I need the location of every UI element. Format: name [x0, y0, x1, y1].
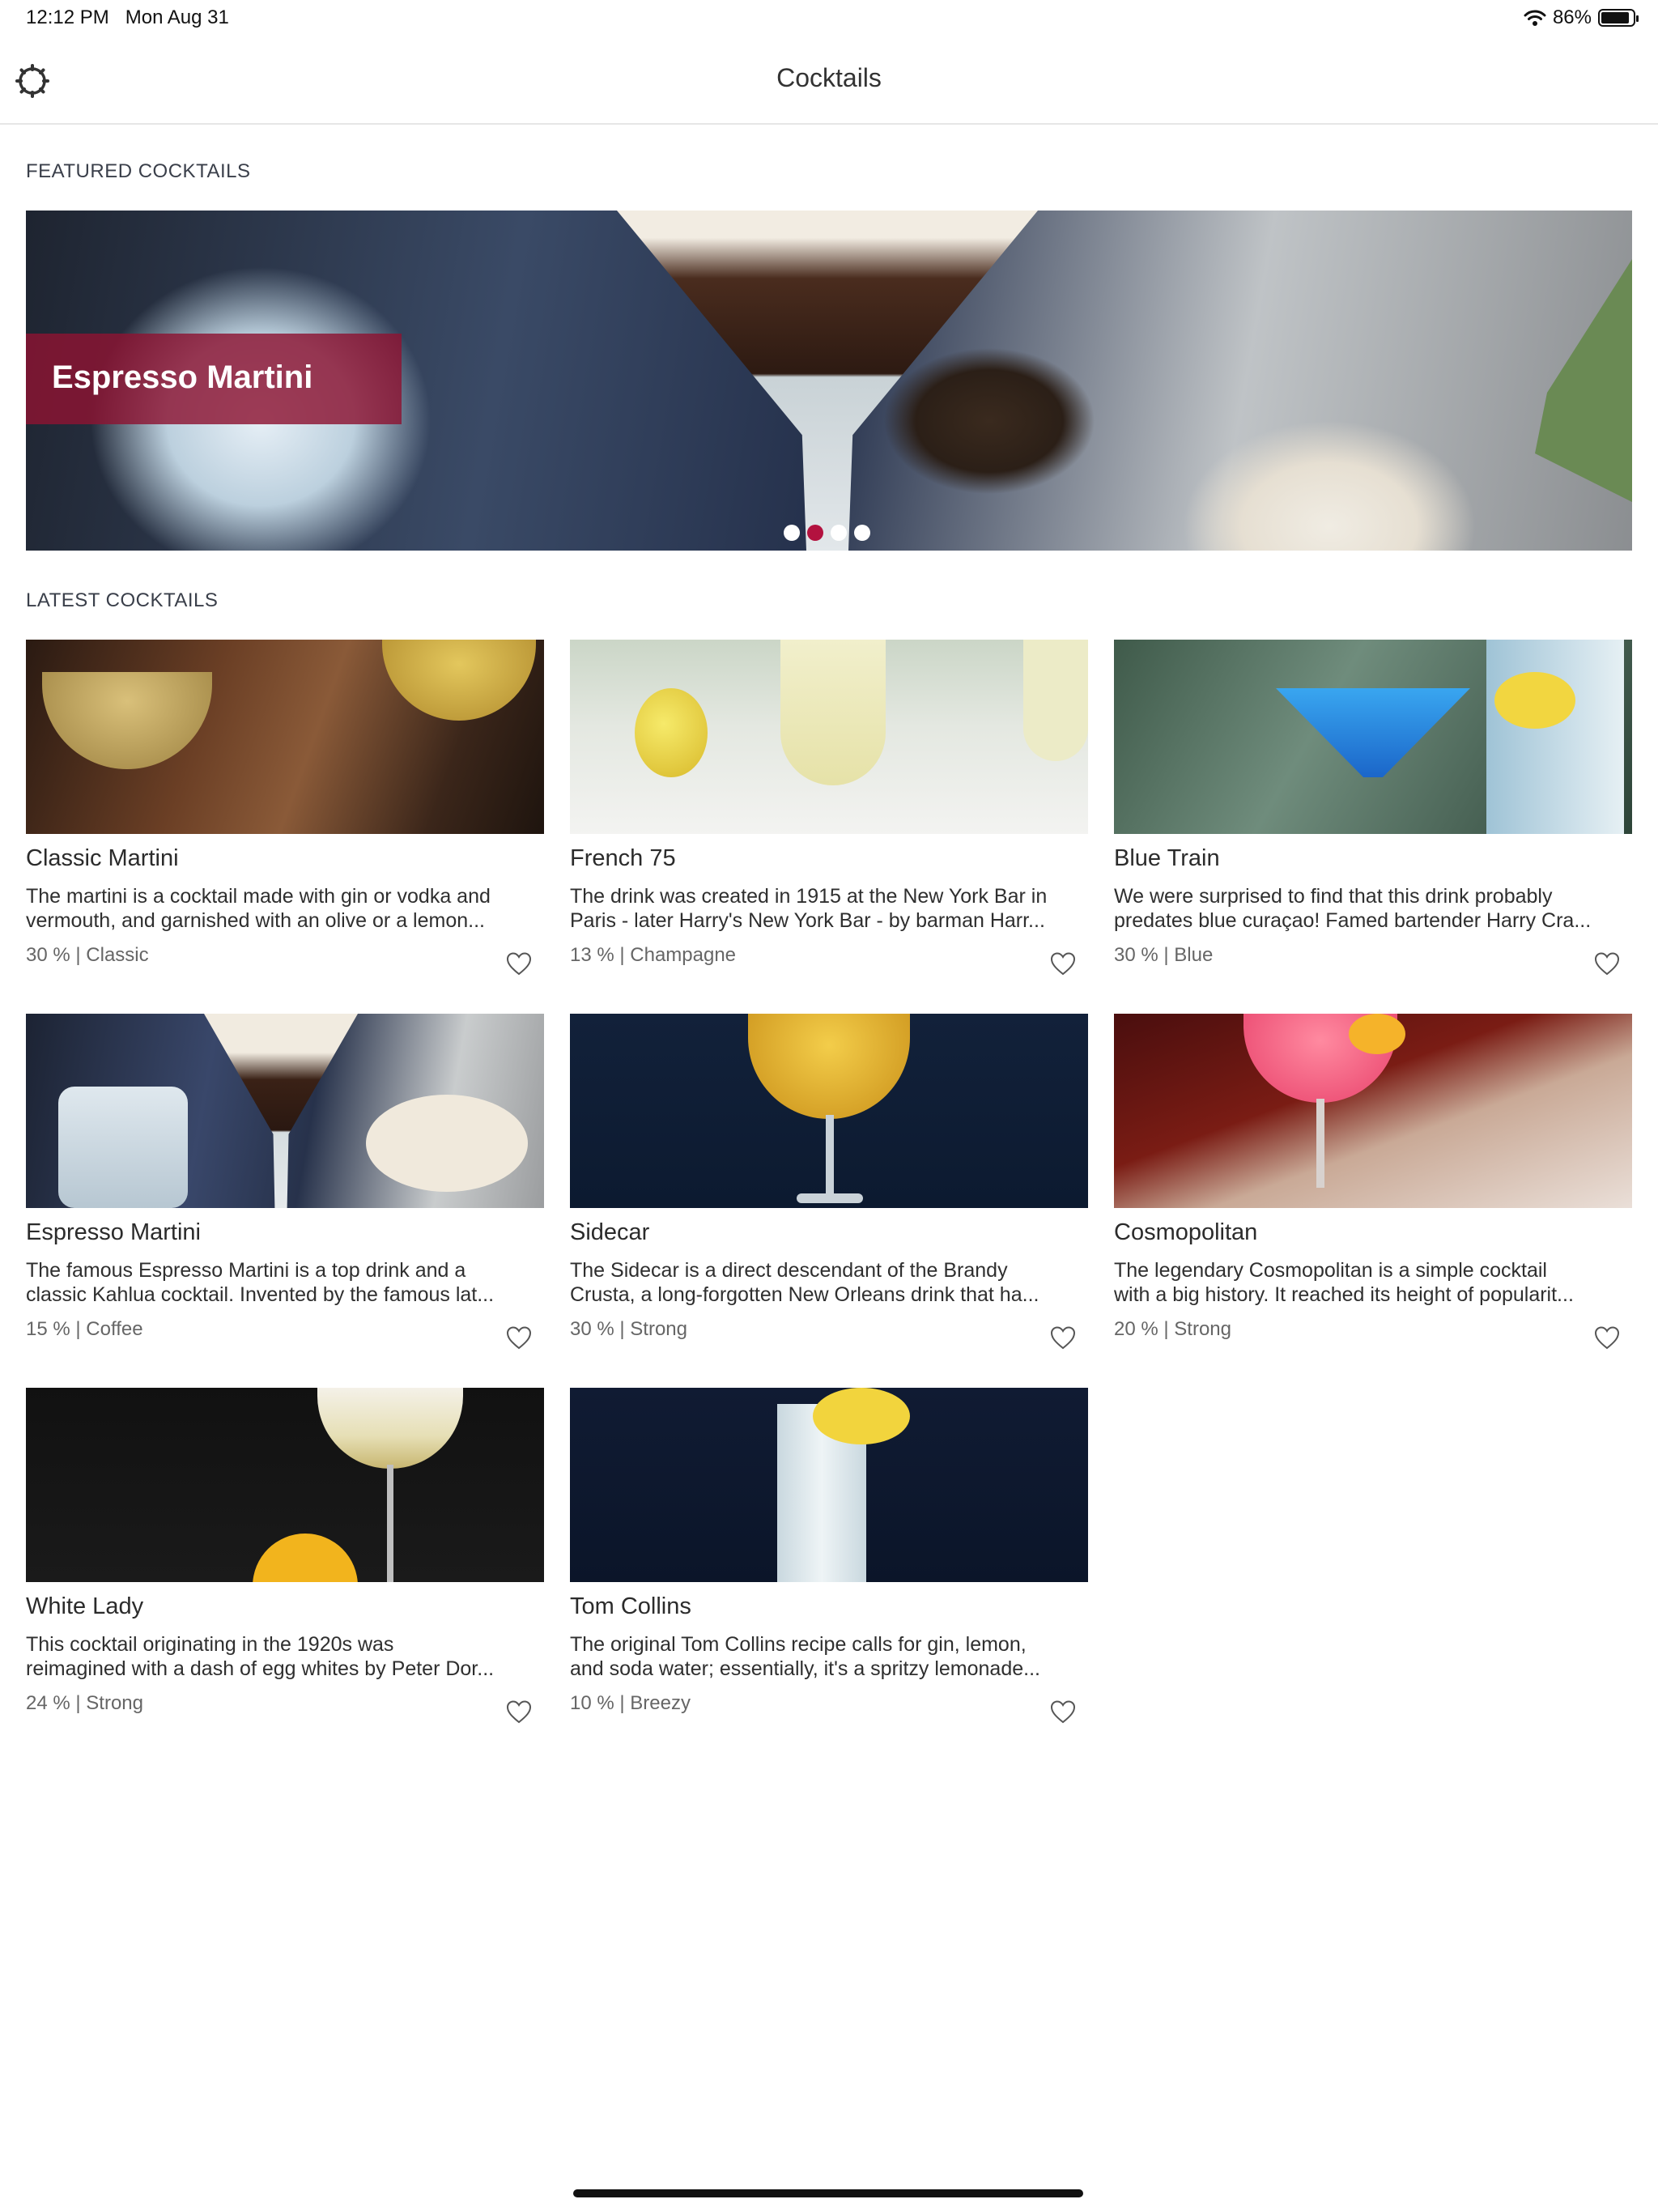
- featured-heading: FEATURED COCKTAILS: [26, 160, 251, 182]
- cocktail-meta: 30 % | Blue: [1114, 944, 1214, 966]
- cocktail-card[interactable]: Tom Collins The original Tom Collins rec…: [570, 1388, 1088, 1760]
- heart-icon[interactable]: [505, 951, 533, 976]
- featured-carousel[interactable]: Espresso Martini: [26, 211, 1632, 551]
- cocktail-card[interactable]: White Lady This cocktail originating in …: [26, 1388, 544, 1760]
- cocktail-name: Tom Collins: [570, 1593, 691, 1619]
- cocktail-image: [26, 1014, 544, 1208]
- featured-title-banner: Espresso Martini: [26, 334, 402, 424]
- cocktail-meta: 30 % | Strong: [570, 1318, 687, 1340]
- featured-title: Espresso Martini: [52, 359, 313, 395]
- description-line: The original Tom Collins recipe calls fo…: [570, 1633, 1027, 1656]
- description-line: We were surprised to find that this drin…: [1114, 885, 1553, 908]
- cocktail-card[interactable]: Espresso Martini The famous Espresso Mar…: [26, 1014, 544, 1386]
- cocktail-name: Espresso Martini: [26, 1219, 201, 1245]
- cocktail-meta: 24 % | Strong: [26, 1692, 143, 1714]
- description-line: The Sidecar is a direct descendant of th…: [570, 1259, 1008, 1282]
- cocktail-meta: 10 % | Breezy: [570, 1692, 691, 1714]
- battery-percent: 86%: [1552, 6, 1592, 28]
- description-line: reimagined with a dash of egg whites by …: [26, 1657, 495, 1680]
- page-dot[interactable]: [831, 525, 847, 541]
- cocktail-name: Sidecar: [570, 1219, 650, 1245]
- cocktail-name: Classic Martini: [26, 845, 179, 871]
- cocktail-meta: 20 % | Strong: [1114, 1318, 1231, 1340]
- cocktail-description: The Sidecar is a direct descendant of th…: [570, 1258, 1088, 1307]
- description-line: vermouth, and garnished with an olive or…: [26, 909, 485, 932]
- cocktail-image: [1114, 640, 1632, 834]
- page-indicator[interactable]: [784, 525, 870, 541]
- cocktail-description: The original Tom Collins recipe calls fo…: [570, 1632, 1088, 1681]
- description-line: This cocktail originating in the 1920s w…: [26, 1633, 394, 1656]
- status-bar: 12:12 PM Mon Aug 31 86%: [0, 0, 1658, 39]
- heart-icon[interactable]: [1049, 1699, 1077, 1725]
- cocktail-card[interactable]: Blue Train We were surprised to find tha…: [1114, 640, 1632, 1012]
- status-right: 86%: [1524, 6, 1639, 29]
- cocktail-image: [26, 640, 544, 834]
- cocktail-name: White Lady: [26, 1593, 144, 1619]
- cocktail-description: This cocktail originating in the 1920s w…: [26, 1632, 544, 1681]
- home-indicator[interactable]: [573, 2189, 1083, 2197]
- description-line: Paris - later Harry's New York Bar - by …: [570, 909, 1045, 932]
- description-line: The drink was created in 1915 at the New…: [570, 885, 1048, 908]
- cocktail-description: The legendary Cosmopolitan is a simple c…: [1114, 1258, 1632, 1307]
- description-line: The martini is a cocktail made with gin …: [26, 885, 491, 908]
- cocktail-description: The famous Espresso Martini is a top dri…: [26, 1258, 544, 1307]
- cocktail-card[interactable]: Classic Martini The martini is a cocktai…: [26, 640, 544, 1012]
- heart-icon[interactable]: [505, 1699, 533, 1725]
- description-line: Crusta, a long-forgotten New Orleans dri…: [570, 1283, 1039, 1306]
- heart-icon[interactable]: [1049, 951, 1077, 976]
- cocktail-name: Blue Train: [1114, 845, 1220, 871]
- clock-time: 12:12 PM: [26, 6, 109, 28]
- cocktail-card[interactable]: Cosmopolitan The legendary Cosmopolitan …: [1114, 1014, 1632, 1386]
- cocktail-image: [570, 1014, 1088, 1208]
- cocktail-description: The drink was created in 1915 at the New…: [570, 884, 1088, 933]
- page-dot[interactable]: [784, 525, 800, 541]
- cocktail-image: [1114, 1014, 1632, 1208]
- heart-icon[interactable]: [1049, 1325, 1077, 1351]
- cocktail-description: We were surprised to find that this drin…: [1114, 884, 1632, 933]
- cocktail-image: [570, 640, 1088, 834]
- description-line: with a big history. It reached its heigh…: [1114, 1283, 1574, 1306]
- cocktail-card[interactable]: Sidecar The Sidecar is a direct descenda…: [570, 1014, 1088, 1386]
- cocktail-meta: 15 % | Coffee: [26, 1318, 143, 1340]
- navigation-bar: Cocktails: [0, 39, 1658, 125]
- status-time: 12:12 PM Mon Aug 31: [26, 6, 229, 29]
- battery-icon: [1598, 9, 1639, 27]
- clock-date: Mon Aug 31: [125, 6, 229, 28]
- heart-icon[interactable]: [1593, 1325, 1621, 1351]
- cocktail-image: [26, 1388, 544, 1582]
- description-line: predates blue curaçao! Famed bartender H…: [1114, 909, 1592, 932]
- wifi-icon: [1524, 10, 1546, 26]
- description-line: The legendary Cosmopolitan is a simple c…: [1114, 1259, 1547, 1282]
- cocktail-description: The martini is a cocktail made with gin …: [26, 884, 544, 933]
- cocktail-card[interactable]: French 75 The drink was created in 1915 …: [570, 640, 1088, 1012]
- cocktail-meta: 13 % | Champagne: [570, 944, 737, 966]
- page-dot-active[interactable]: [807, 525, 823, 541]
- heart-icon[interactable]: [1593, 951, 1621, 976]
- description-line: classic Kahlua cocktail. Invented by the…: [26, 1283, 495, 1306]
- latest-heading: LATEST COCKTAILS: [26, 589, 219, 611]
- cocktail-image: [570, 1388, 1088, 1582]
- description-line: The famous Espresso Martini is a top dri…: [26, 1259, 466, 1282]
- heart-icon[interactable]: [505, 1325, 533, 1351]
- cocktail-name: Cosmopolitan: [1114, 1219, 1258, 1245]
- cocktail-name: French 75: [570, 845, 676, 871]
- page-dot[interactable]: [854, 525, 870, 541]
- description-line: and soda water; essentially, it's a spri…: [570, 1657, 1040, 1680]
- cocktail-meta: 30 % | Classic: [26, 944, 149, 966]
- page-title: Cocktails: [776, 63, 882, 92]
